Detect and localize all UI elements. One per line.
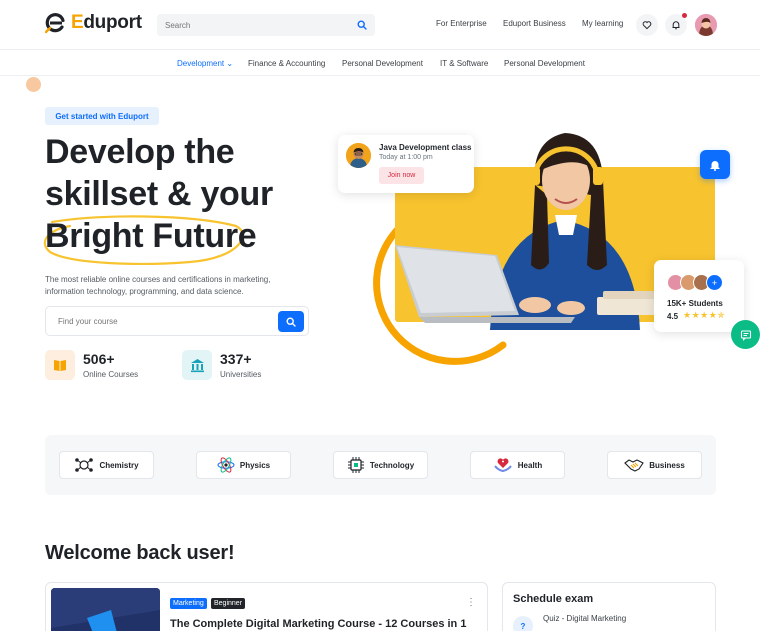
top-navbar: Eduport For Enterprise Eduport Business … <box>0 0 760 50</box>
health-icon <box>493 458 512 473</box>
heart-icon <box>642 21 652 30</box>
universities-count: 337+ <box>220 351 252 367</box>
star-rating-icon: ★★★★✯ <box>683 310 726 320</box>
subjects-strip: Chemistry Physics Technology Health Busi… <box>45 435 716 495</box>
universities-label: Universities <box>220 370 262 379</box>
atom-icon <box>217 457 235 473</box>
students-card: + 15K+ Students 4.5 ★★★★✯ <box>654 260 744 332</box>
search-icon[interactable] <box>357 20 367 30</box>
nav-my-learning[interactable]: My learning <box>582 19 623 28</box>
instructor-avatar <box>346 143 371 168</box>
class-time: Today at 1:00 pm <box>379 154 433 161</box>
subject-business[interactable]: Business <box>607 451 702 479</box>
handshake-icon <box>624 459 645 472</box>
class-title: Java Development class <box>379 143 472 152</box>
bell-icon <box>710 160 720 171</box>
category-finance-accounting[interactable]: Finance & Accounting <box>248 59 325 68</box>
search-icon <box>286 316 296 327</box>
student-avatars: + <box>667 274 723 291</box>
hero-heading-line-1: Develop the <box>45 133 235 171</box>
user-avatar[interactable] <box>695 14 717 36</box>
eduport-logo[interactable]: Eduport <box>45 12 142 34</box>
hero-heading-line-3: Bright Future <box>45 217 257 255</box>
online-courses-count: 506+ <box>83 351 115 367</box>
chemistry-icon <box>75 458 94 472</box>
course-thumbnail <box>51 588 160 631</box>
logo-icon <box>45 13 65 34</box>
welcome-heading: Welcome back user! <box>45 542 235 564</box>
book-icon <box>54 360 66 371</box>
subject-label: Health <box>517 460 543 470</box>
course-search-button[interactable] <box>278 311 304 332</box>
search-bar[interactable] <box>157 14 375 36</box>
wishlist-button[interactable] <box>636 14 658 36</box>
students-rating: 4.5 <box>667 312 679 321</box>
hero-description: The most reliable online courses and cer… <box>45 275 271 296</box>
marketing-badge: Marketing <box>170 598 207 609</box>
schedule-exam-title: Schedule exam <box>513 593 594 605</box>
bell-icon <box>672 21 680 30</box>
logo-text: Eduport <box>71 12 142 33</box>
notification-dot <box>682 13 687 18</box>
add-icon[interactable]: + <box>706 274 723 291</box>
course-search-bar[interactable] <box>45 306 309 336</box>
online-courses-label: Online Courses <box>83 370 139 379</box>
subject-label: Chemistry <box>99 460 139 470</box>
universities-stat-icon <box>182 350 212 380</box>
subject-label: Physics <box>239 460 271 470</box>
get-started-pill: Get started with Eduport <box>45 107 159 125</box>
course-title[interactable]: The Complete Digital Marketing Course - … <box>170 618 466 630</box>
category-personal-development-2[interactable]: Personal Development <box>504 59 585 68</box>
course-search-input[interactable] <box>58 316 308 326</box>
nav-for-enterprise[interactable]: For Enterprise <box>436 19 487 28</box>
search-input[interactable] <box>165 20 357 30</box>
chat-icon <box>740 329 751 341</box>
exam-item[interactable]: Quiz - Digital Marketing <box>543 614 626 623</box>
decorative-dot <box>26 77 41 92</box>
chevron-down-icon: ⌄ <box>226 59 234 68</box>
category-development[interactable]: Development ⌄ <box>177 59 233 68</box>
join-now-button[interactable]: Join now <box>379 167 424 184</box>
category-personal-development[interactable]: Personal Development <box>342 59 423 68</box>
subject-chemistry[interactable]: Chemistry <box>59 451 154 479</box>
subject-health[interactable]: Health <box>470 451 565 479</box>
schedule-exam-card: Schedule exam ? Quiz - Digital Marketing <box>502 582 716 631</box>
more-options-icon[interactable]: ⋮ <box>466 597 476 608</box>
subject-label: Technology <box>369 460 415 470</box>
avatar-image <box>695 14 717 36</box>
category-it-software[interactable]: IT & Software <box>440 59 488 68</box>
category-bar: Development ⌄ Finance & Accounting Perso… <box>0 51 760 76</box>
chat-button[interactable] <box>731 320 760 349</box>
beginner-badge: Beginner <box>211 598 246 609</box>
course-card[interactable]: Marketing Beginner ⋮ The Complete Digita… <box>45 582 488 631</box>
subject-label: Business <box>649 460 685 470</box>
subject-technology[interactable]: Technology <box>333 451 428 479</box>
university-icon <box>190 358 204 372</box>
students-count: 15K+ Students <box>667 299 723 308</box>
quiz-icon: ? <box>513 616 533 631</box>
floating-bell-button[interactable] <box>700 150 730 179</box>
subject-physics[interactable]: Physics <box>196 451 291 479</box>
java-class-card: Java Development class Today at 1:00 pm … <box>338 135 474 193</box>
chip-icon <box>347 457 364 473</box>
nav-eduport-business[interactable]: Eduport Business <box>503 19 566 28</box>
online-courses-stat-icon <box>45 350 75 380</box>
hero-heading-line-2: skillset & your <box>45 175 273 213</box>
